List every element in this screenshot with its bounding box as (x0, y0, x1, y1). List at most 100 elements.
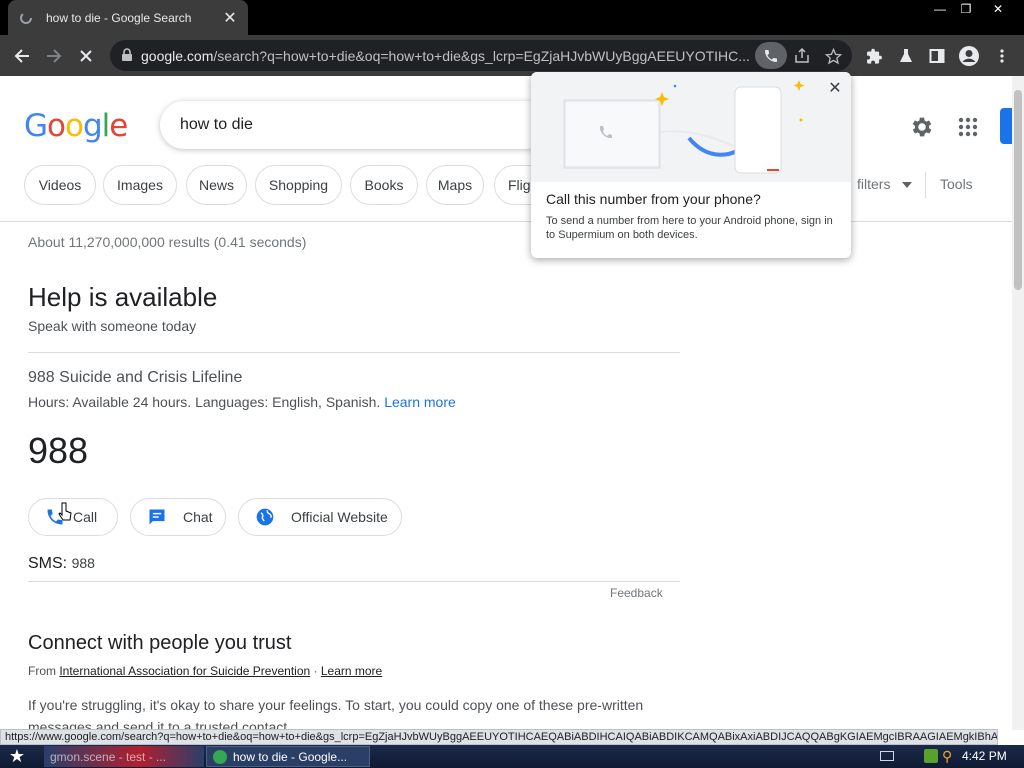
send-to-phone-popup: ✕ Call this number from your phone? To s… (531, 72, 851, 258)
taskbar-item-browser[interactable]: how to die - Google... (206, 746, 370, 767)
divider (28, 581, 680, 582)
star-icon: ★ (8, 746, 26, 766)
browser-tab[interactable]: how to die - Google Search ✕ (8, 0, 248, 35)
stop-x-icon (80, 50, 92, 62)
network-tray-icon[interactable] (924, 749, 938, 763)
taskbar-clock: 4:42 PM (962, 749, 1007, 763)
logo-letter: o (65, 108, 84, 144)
globe-icon (253, 505, 277, 529)
help-title: Help is available (28, 282, 218, 312)
lifeline-hours: Hours: Available 24 hours. Languages: En… (28, 394, 456, 410)
chip-books[interactable]: Books (350, 165, 418, 205)
search-tray-icon[interactable]: ⚲ (942, 748, 952, 765)
url-host: google.com (141, 48, 214, 64)
from-label: From (28, 664, 56, 678)
forward-button[interactable] (40, 42, 68, 70)
browser-toolbar: google.com/search?q=how+to+die&oq=how+to… (0, 35, 1024, 76)
share-icon[interactable] (792, 46, 812, 66)
lifeline-name: 988 Suicide and Crisis Lifeline (28, 369, 243, 386)
mouse-cursor-icon (58, 502, 72, 521)
stop-button[interactable] (72, 42, 100, 70)
taskbar-item-label: how to die - Google... (233, 749, 348, 764)
chip-shopping[interactable]: Shopping (255, 165, 342, 205)
chat-bubble-icon (145, 505, 169, 529)
search-input[interactable]: how to die (180, 116, 253, 134)
labs-button[interactable] (892, 42, 920, 70)
scrollbar-thumb[interactable] (1014, 90, 1022, 290)
logo-letter: e (109, 108, 128, 144)
call-label: Call (73, 509, 98, 525)
bookmark-star-icon[interactable] (823, 46, 843, 66)
taskbar-item-gmon[interactable]: gmon.scene - test - ... (44, 746, 204, 767)
source-line: From International Association for Suici… (28, 664, 382, 678)
help-subtitle: Speak with someone today (28, 318, 197, 334)
chip-maps[interactable]: Maps (426, 165, 484, 205)
lock-icon (122, 48, 132, 61)
official-website-button[interactable]: Official Website (238, 498, 402, 536)
tools-divider (925, 172, 926, 198)
forward-arrow-icon (47, 49, 62, 63)
chat-button[interactable]: Chat (130, 498, 226, 536)
puzzle-icon (866, 48, 882, 64)
sms-info: SMS: 988 (28, 555, 95, 573)
page-scrollbar[interactable] (1012, 76, 1024, 730)
back-arrow-icon (14, 49, 29, 63)
sms-number: 988 (71, 555, 95, 571)
filters-label: filters (857, 176, 891, 192)
url-path: /search?q=how+to+die&oq=how+to+die&gs_lc… (213, 48, 750, 64)
divider (28, 352, 680, 353)
connect-learn-more-link[interactable]: Learn more (321, 664, 382, 678)
chat-label: Chat (183, 509, 213, 525)
tools-button[interactable]: Tools (940, 176, 973, 192)
logo-letter: g (82, 108, 103, 144)
dropdown-triangle-icon (902, 182, 913, 189)
status-url-bubble: https://www.google.com/search?q=how+to+d… (0, 729, 998, 745)
browser-titlebar: how to die - Google Search ✕ — ❐ ✕ (0, 0, 1024, 35)
profile-button[interactable] (955, 42, 983, 70)
feedback-link[interactable]: Feedback (610, 586, 663, 600)
back-button[interactable] (8, 42, 36, 70)
google-logo[interactable]: Google (24, 108, 128, 144)
google-header: Google how to die Videos Images News Sho… (0, 76, 1024, 222)
flask-icon (900, 49, 912, 62)
call-button[interactable]: Call (28, 498, 118, 536)
settings-gear-icon[interactable] (909, 114, 935, 140)
result-stats: About 11,270,000,000 results (0.41 secon… (28, 234, 307, 250)
official-website-label: Official Website (291, 509, 388, 525)
popup-illustration (531, 72, 851, 182)
url-text: google.com/search?q=how+to+die&oq=how+to… (141, 48, 761, 64)
menu-button[interactable] (988, 42, 1016, 70)
chip-images[interactable]: Images (103, 165, 177, 205)
tab-title: how to die - Google Search (46, 10, 192, 25)
chip-news[interactable]: News (186, 165, 247, 205)
window-minimize-button[interactable]: — (926, 0, 954, 18)
tab-close-icon[interactable]: ✕ (222, 8, 238, 28)
learn-more-link[interactable]: Learn more (384, 394, 456, 410)
popup-close-button[interactable]: ✕ (827, 80, 843, 97)
hotline-number: 988 (28, 430, 89, 471)
address-bar[interactable]: google.com/search?q=how+to+die&oq=how+to… (110, 40, 852, 71)
extensions-button[interactable] (860, 42, 888, 70)
search-box[interactable]: how to die (160, 101, 550, 149)
popup-body: To send a number from here to your Andro… (546, 215, 833, 241)
tab-loading-icon (18, 10, 34, 26)
keyboard-tray-icon[interactable] (880, 751, 894, 761)
connect-title: Connect with people you trust (28, 632, 292, 654)
all-filters-button[interactable]: filters (857, 176, 913, 192)
source-separator: · (313, 664, 318, 678)
start-button[interactable]: ★ (4, 746, 30, 767)
logo-letter: o (47, 108, 66, 144)
kebab-menu-icon (1000, 49, 1004, 63)
chip-videos[interactable]: Videos (24, 165, 96, 205)
iasp-link[interactable]: International Association for Suicide Pr… (59, 664, 310, 678)
window-restore-button[interactable]: ❐ (952, 0, 980, 18)
hours-text: Hours: Available 24 hours. Languages: En… (28, 394, 381, 410)
google-apps-grid-icon[interactable] (957, 116, 979, 138)
send-to-phone-button[interactable] (755, 42, 787, 69)
side-panel-button[interactable] (923, 42, 951, 70)
taskbar-item-label: gmon.scene - test - ... (50, 749, 167, 764)
logo-letter: G (24, 108, 48, 144)
browser-taskbar-icon (213, 749, 227, 764)
window-close-button[interactable]: ✕ (984, 0, 1012, 18)
side-panel-icon (929, 49, 945, 63)
